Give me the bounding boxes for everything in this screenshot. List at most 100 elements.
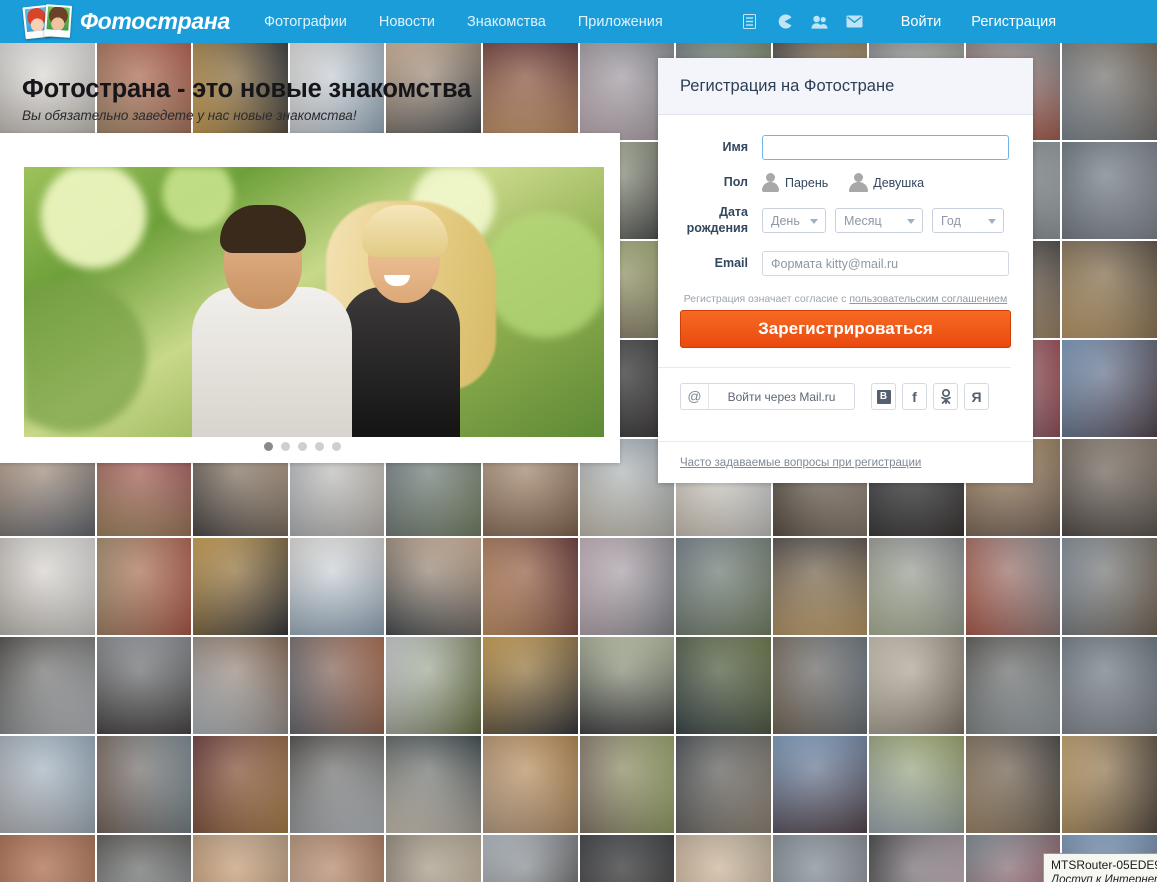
mosaic-photo-tile[interactable] xyxy=(1062,43,1157,140)
birth-year-select[interactable]: Год xyxy=(932,208,1004,234)
name-input[interactable] xyxy=(762,135,1009,160)
mosaic-photo-tile[interactable] xyxy=(1062,340,1157,437)
carousel-dots xyxy=(264,442,341,451)
yandex-button[interactable]: Я xyxy=(964,383,989,411)
social-login-row: @ Войти через Mail.ru В f Я xyxy=(658,367,1011,426)
mosaic-photo-tile[interactable] xyxy=(289,538,385,635)
vk-button[interactable]: В xyxy=(871,383,896,411)
field-row-gender: Пол Парень Девушка xyxy=(658,173,1011,192)
mosaic-photo-tile[interactable] xyxy=(289,637,385,734)
agreement-prefix: Регистрация означает согласие с xyxy=(683,293,850,306)
mosaic-photo-tile[interactable] xyxy=(1062,241,1157,338)
mosaic-photo-tile[interactable] xyxy=(676,736,771,833)
mosaic-photo-tile[interactable] xyxy=(869,835,964,882)
email-label: Email xyxy=(714,255,748,270)
faq-link[interactable]: Часто задаваемые вопросы при регистрации xyxy=(680,457,921,469)
mosaic-photo-tile[interactable] xyxy=(1062,538,1157,635)
mosaic-photo-tile[interactable] xyxy=(482,637,578,734)
mosaic-photo-tile[interactable] xyxy=(965,637,1061,734)
mosaic-photo-tile[interactable] xyxy=(869,538,964,635)
mail-envelope-icon[interactable] xyxy=(842,11,868,33)
mosaic-photo-tile[interactable] xyxy=(1062,637,1157,734)
mosaic-photo-tile[interactable] xyxy=(1062,142,1157,239)
male-avatar-icon xyxy=(762,173,779,192)
mosaic-photo-tile[interactable] xyxy=(386,538,481,635)
field-row-email: Email xyxy=(658,251,1011,277)
mosaic-photo-tile[interactable] xyxy=(0,736,95,833)
chevron-down-icon xyxy=(907,218,915,224)
gender-option-female[interactable]: Девушка xyxy=(849,173,925,192)
nav-apps[interactable]: Приложения xyxy=(578,14,663,30)
mosaic-photo-tile[interactable] xyxy=(289,835,385,882)
carousel-dot[interactable] xyxy=(315,442,324,451)
nav-dating[interactable]: Знакомства xyxy=(467,14,546,30)
mosaic-photo-tile[interactable] xyxy=(193,736,288,833)
mosaic-photo-tile[interactable] xyxy=(676,835,771,882)
mosaic-photo-tile[interactable] xyxy=(386,835,481,882)
mosaic-photo-tile[interactable] xyxy=(96,637,192,734)
mosaic-photo-tile[interactable] xyxy=(193,835,288,882)
mosaic-photo-tile[interactable] xyxy=(1062,439,1157,536)
odnoklassniki-button[interactable] xyxy=(933,383,958,411)
gender-option-male[interactable]: Парень xyxy=(762,173,828,192)
mosaic-photo-tile[interactable] xyxy=(579,835,675,882)
mosaic-photo-tile[interactable] xyxy=(482,736,578,833)
mosaic-photo-tile[interactable] xyxy=(579,637,675,734)
mosaic-photo-tile[interactable] xyxy=(482,538,578,635)
mosaic-photo-tile[interactable] xyxy=(965,736,1061,833)
mailru-login-button[interactable]: @ Войти через Mail.ru xyxy=(680,383,855,411)
mosaic-photo-tile[interactable] xyxy=(772,637,868,734)
birth-year-value: Год xyxy=(941,213,961,228)
mosaic-photo-tile[interactable] xyxy=(0,538,95,635)
mosaic-photo-tile[interactable] xyxy=(0,637,95,734)
hero-subtitle: Вы обязательно заведете у нас новые знак… xyxy=(22,107,357,123)
carousel-dot[interactable] xyxy=(332,442,341,451)
email-input[interactable] xyxy=(762,251,1009,277)
birth-month-select[interactable]: Месяц xyxy=(835,208,923,234)
mosaic-photo-tile[interactable] xyxy=(96,835,192,882)
games-pacman-icon[interactable] xyxy=(772,11,798,33)
carousel-dot[interactable] xyxy=(264,442,273,451)
mosaic-photo-tile[interactable] xyxy=(386,637,481,734)
mosaic-photo-tile[interactable] xyxy=(869,637,964,734)
mosaic-photo-tile[interactable] xyxy=(1062,736,1157,833)
feed-list-icon[interactable] xyxy=(737,11,763,33)
registration-header: Регистрация на Фотостране xyxy=(658,58,1033,115)
carousel-dot[interactable] xyxy=(281,442,290,451)
birth-day-value: День xyxy=(771,213,800,228)
friends-people-icon[interactable] xyxy=(807,11,833,33)
mosaic-photo-tile[interactable] xyxy=(676,538,771,635)
two-polaroid-photos-icon xyxy=(22,3,76,40)
agreement-text: Регистрация означает согласие с пользова… xyxy=(680,293,1011,305)
site-logo[interactable]: Фотострана xyxy=(22,3,230,40)
mosaic-photo-tile[interactable] xyxy=(772,736,868,833)
mosaic-photo-tile[interactable] xyxy=(96,736,192,833)
nav-photos[interactable]: Фотографии xyxy=(264,14,347,30)
carousel-dot[interactable] xyxy=(298,442,307,451)
mosaic-photo-tile[interactable] xyxy=(579,736,675,833)
nav-news[interactable]: Новости xyxy=(379,14,435,30)
birth-day-select[interactable]: День xyxy=(762,208,826,234)
wifi-status: Доступ к Интернету xyxy=(1051,874,1157,882)
mosaic-photo-tile[interactable] xyxy=(193,538,288,635)
mosaic-photo-tile[interactable] xyxy=(0,835,95,882)
mosaic-photo-tile[interactable] xyxy=(386,736,481,833)
mosaic-photo-tile[interactable] xyxy=(579,538,675,635)
login-link[interactable]: Войти xyxy=(901,14,942,30)
register-submit-button[interactable]: Зарегистрироваться xyxy=(680,310,1011,349)
gender-female-label: Девушка xyxy=(873,175,925,190)
mosaic-photo-tile[interactable] xyxy=(289,736,385,833)
mosaic-photo-tile[interactable] xyxy=(193,637,288,734)
mosaic-photo-tile[interactable] xyxy=(676,637,771,734)
mosaic-photo-tile[interactable] xyxy=(772,835,868,882)
birthdate-label: Дата рождения xyxy=(686,205,748,235)
mosaic-photo-tile[interactable] xyxy=(96,538,192,635)
mosaic-photo-tile[interactable] xyxy=(965,538,1061,635)
mosaic-photo-tile[interactable] xyxy=(869,736,964,833)
register-link[interactable]: Регистрация xyxy=(971,14,1056,30)
mosaic-photo-tile[interactable] xyxy=(482,835,578,882)
mosaic-photo-tile[interactable] xyxy=(772,538,868,635)
field-row-birthdate: Дата рождения День Месяц Год xyxy=(658,205,1011,236)
facebook-button[interactable]: f xyxy=(902,383,927,411)
user-agreement-link[interactable]: пользовательским соглашением xyxy=(849,293,1007,305)
